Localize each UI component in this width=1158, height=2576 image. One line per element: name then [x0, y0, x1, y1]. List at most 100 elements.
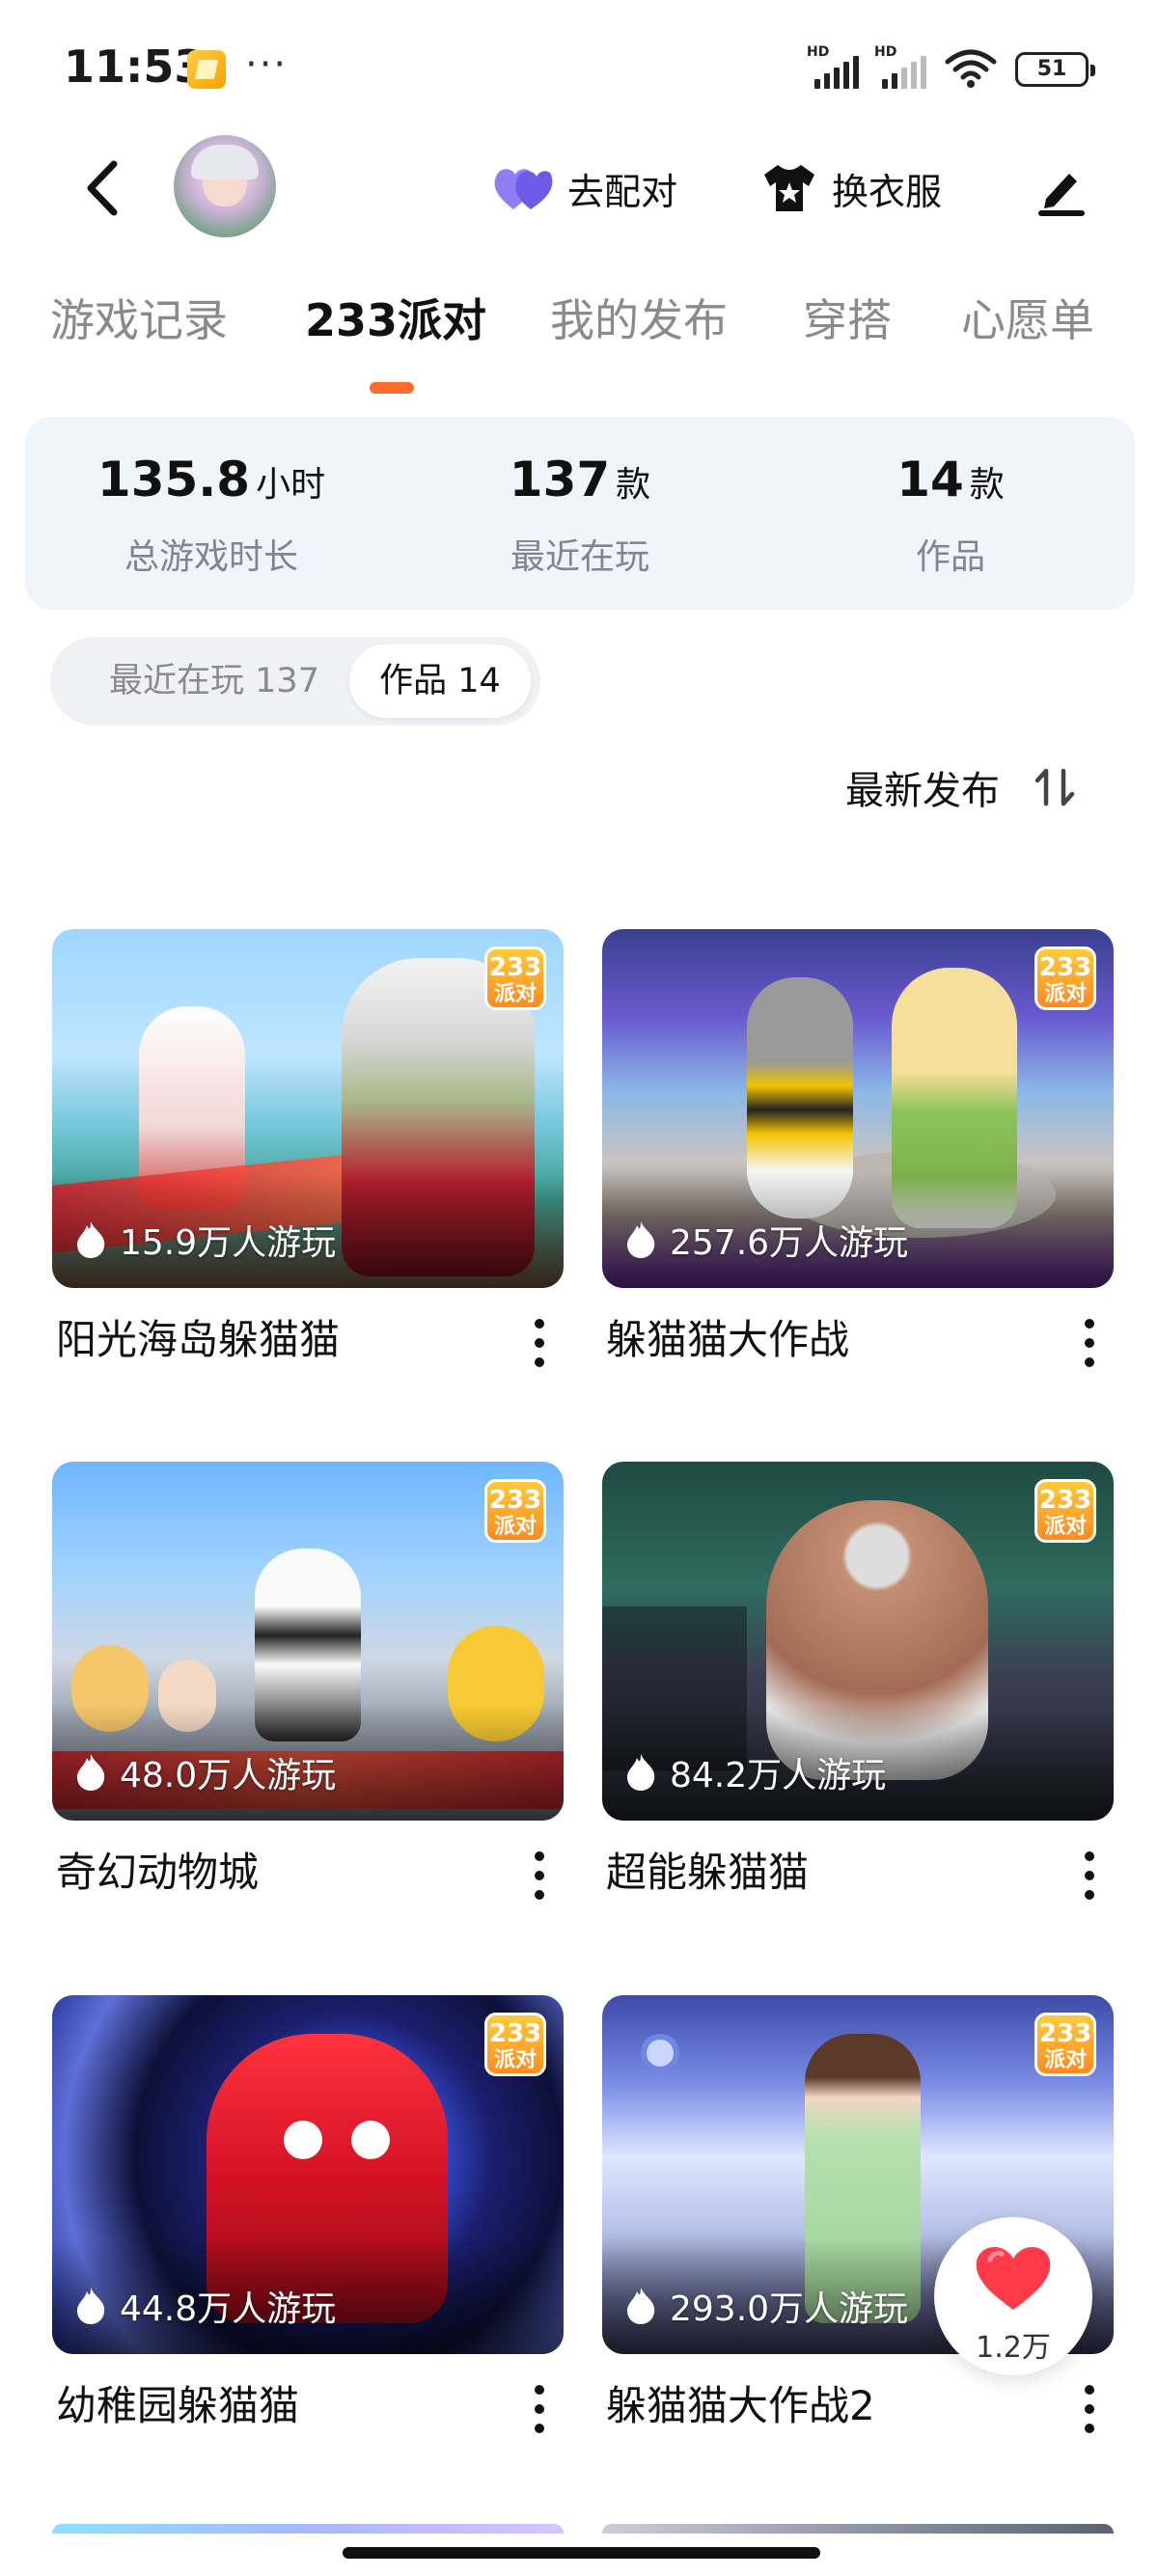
play-count: 48.0万人游玩 [73, 1747, 336, 1797]
avatar[interactable] [174, 135, 276, 237]
party-233-badge: 233 派对 [1034, 1479, 1096, 1543]
stat-label: 作品 [915, 537, 985, 577]
flame-icon [77, 1221, 105, 1258]
play-count: 84.2万人游玩 [623, 1747, 886, 1797]
sort-icon [1034, 768, 1075, 807]
play-count-text: 84.2万人游玩 [670, 1756, 887, 1795]
game-card[interactable]: 233 派对 257.6万人游玩 躲猫猫大作战 [602, 929, 1114, 1367]
signal-2-icon: HD [874, 44, 932, 89]
tab-233-party[interactable]: 233派对 [305, 286, 486, 349]
badge-text: 派对 [1043, 1515, 1087, 1539]
next-card-peek [52, 2524, 564, 2534]
play-count: 257.6万人游玩 [623, 1215, 908, 1265]
game-thumbnail[interactable]: 233 派对 44.8万人游玩 [52, 1995, 564, 2354]
game-thumbnail[interactable]: 233 派对 48.0万人游玩 [52, 1462, 564, 1821]
badge-text: 派对 [493, 1515, 537, 1539]
more-options-icon[interactable] [1075, 1315, 1104, 1371]
flame-icon [627, 2288, 655, 2324]
game-title[interactable]: 躲猫猫大作战2 [606, 2373, 875, 2432]
next-card-peek [602, 2524, 1114, 2534]
game-title[interactable]: 幼稚园躲猫猫 [56, 2373, 299, 2432]
change-outfit-label: 换衣服 [832, 170, 943, 213]
hearts-icon [494, 169, 553, 209]
match-button-label: 去配对 [567, 170, 678, 213]
game-title[interactable]: 奇幻动物城 [56, 1840, 259, 1899]
badge-number: 233 [488, 1486, 542, 1515]
party-233-badge: 233 派对 [1034, 2013, 1096, 2076]
play-count-text: 48.0万人游玩 [120, 1756, 337, 1795]
game-card[interactable]: 233 派对 84.2万人游玩 超能躲猫猫 [602, 1462, 1114, 1900]
game-thumbnail[interactable]: 233 派对 257.6万人游玩 [602, 929, 1114, 1288]
status-time: 11:53 [64, 41, 206, 93]
play-count: 293.0万人游玩 [623, 2281, 908, 2331]
stat-works: 14 款 作品 [791, 452, 1110, 579]
tab-outfits[interactable]: 穿搭 [803, 286, 892, 349]
wifi-icon [945, 49, 997, 88]
change-outfit-button[interactable]: 换衣服 [760, 154, 942, 222]
game-card[interactable]: 233 派对 44.8万人游玩 幼稚园躲猫猫 [52, 1995, 564, 2433]
tab-wishlist[interactable]: 心愿单 [961, 286, 1094, 349]
party-233-badge: 233 派对 [484, 946, 546, 1010]
sort-control[interactable]: 最新发布 [845, 758, 1077, 816]
badge-number: 233 [488, 2019, 542, 2048]
game-title[interactable]: 阳光海岛躲猫猫 [56, 1307, 340, 1366]
profile-tabs: 游戏记录 233派对 我的发布 穿搭 心愿单 [0, 286, 1158, 392]
more-notifications-icon: ··· [245, 42, 289, 87]
tab-my-posts[interactable]: 我的发布 [550, 286, 728, 349]
home-indicator[interactable] [343, 2547, 820, 2559]
back-arrow-icon[interactable] [77, 154, 125, 222]
like-button[interactable]: 1.2万 [934, 2217, 1092, 2375]
party-233-badge: 233 派对 [1034, 946, 1096, 1010]
play-count-text: 293.0万人游玩 [670, 2289, 909, 2329]
party-233-badge: 233 派对 [484, 2013, 546, 2076]
status-bar: 11:53 ··· HD HD 51 [0, 0, 1158, 135]
badge-text: 派对 [493, 2048, 537, 2072]
badge-number: 233 [1038, 1486, 1092, 1515]
match-button[interactable]: 去配对 [492, 154, 677, 222]
stat-label: 总游戏时长 [124, 537, 298, 577]
stat-value: 137 [509, 452, 611, 507]
badge-number: 233 [488, 953, 542, 982]
badge-number: 233 [1038, 953, 1092, 982]
game-thumbnail[interactable]: 233 派对 84.2万人游玩 [602, 1462, 1114, 1821]
more-options-icon[interactable] [525, 1315, 554, 1371]
active-tab-indicator [370, 382, 414, 394]
stat-unit: 款 [969, 465, 1005, 505]
flame-icon [77, 2288, 105, 2324]
stat-recent-games: 137 款 最近在玩 [421, 452, 739, 579]
sort-label: 最新发布 [845, 769, 1000, 813]
play-count-text: 44.8万人游玩 [120, 2289, 337, 2329]
stat-unit: 款 [616, 465, 651, 505]
stats-card: 135.8 小时 总游戏时长 137 款 最近在玩 14 款 作品 [25, 417, 1135, 610]
heart-icon [976, 2247, 1051, 2310]
game-title[interactable]: 超能躲猫猫 [606, 1840, 809, 1899]
more-options-icon[interactable] [1075, 2381, 1104, 2437]
flame-icon [627, 1221, 655, 1258]
stat-value: 135.8 [96, 452, 251, 507]
tab-game-records[interactable]: 游戏记录 [50, 286, 228, 349]
more-options-icon[interactable] [1075, 1848, 1104, 1904]
edit-icon[interactable] [1033, 160, 1090, 218]
badge-text: 派对 [1043, 2048, 1087, 2072]
filter-recent-played[interactable]: 最近在玩 137 [60, 644, 369, 718]
filter-segmented-control: 最近在玩 137 作品 14 [50, 637, 540, 726]
badge-text: 派对 [493, 982, 537, 1006]
stat-unit: 小时 [256, 465, 326, 505]
tshirt-icon [764, 165, 814, 211]
play-count: 44.8万人游玩 [73, 2281, 336, 2331]
play-count: 15.9万人游玩 [73, 1215, 336, 1265]
game-card[interactable]: 233 派对 15.9万人游玩 阳光海岛躲猫猫 [52, 929, 564, 1367]
more-options-icon[interactable] [525, 2381, 554, 2437]
badge-text: 派对 [1043, 982, 1087, 1006]
flame-icon [77, 1754, 105, 1791]
play-count-text: 15.9万人游玩 [120, 1223, 337, 1263]
game-thumbnail[interactable]: 233 派对 15.9万人游玩 [52, 929, 564, 1288]
notes-app-icon [187, 50, 226, 89]
battery-indicator: 51 [1015, 52, 1095, 87]
game-title[interactable]: 躲猫猫大作战 [606, 1307, 849, 1366]
game-card[interactable]: 233 派对 48.0万人游玩 奇幻动物城 [52, 1462, 564, 1900]
stat-value: 14 [896, 452, 964, 507]
more-options-icon[interactable] [525, 1848, 554, 1904]
flame-icon [627, 1754, 655, 1791]
filter-works[interactable]: 作品 14 [349, 644, 531, 718]
